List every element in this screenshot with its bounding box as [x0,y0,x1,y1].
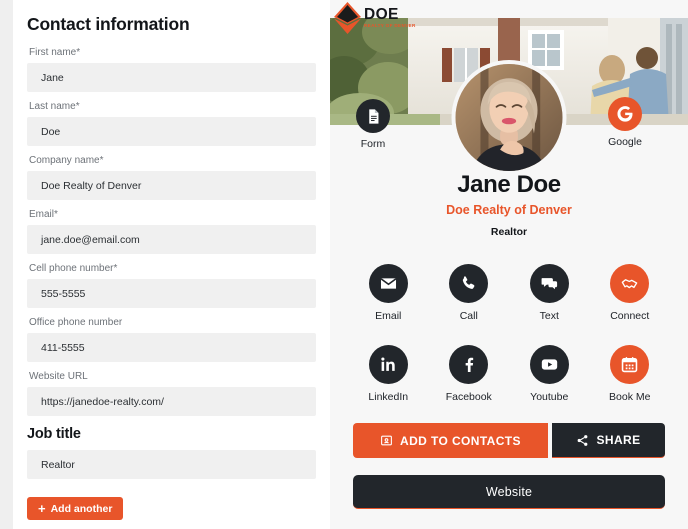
contact-form-panel: Contact information First name* Jane Last … [13,0,330,529]
identity-block: Jane Doe Doe Realty of Denver Realtor [330,171,688,239]
office-phone-label: Office phone number [29,317,123,328]
chat-icon [529,264,569,303]
action-label: Text [539,310,559,322]
left-rail [0,0,13,529]
add-to-contacts-label: ADD TO CONTACTS [400,433,521,448]
calendar-icon [610,345,650,384]
form-fields-list: First name* Jane Last name* Doe Company name… [27,47,316,416]
job-title-heading: Job title [27,426,81,442]
field-office-phone: Office phone number 411-5555 [27,317,316,362]
person-role: Realtor [490,226,528,239]
email-input[interactable]: jane.doe@email.com [27,225,316,254]
field-email: Email* jane.doe@email.com [27,209,316,254]
add-another-label: Add another [50,502,113,515]
field-first-name: First name* Jane [27,47,316,92]
contact-card-icon [380,434,393,447]
phone-icon [449,264,489,303]
handshake-icon [610,264,650,303]
cell-phone-label: Cell phone number* [29,263,118,274]
primary-button-row: ADD TO CONTACTS SHARE [353,423,665,458]
field-last-name: Last name* Doe [27,101,316,146]
person-company: Doe Realty of Denver [446,203,572,218]
diamond-logo-icon [334,2,361,34]
action-connect[interactable]: Connect [598,264,662,322]
page-title: Contact information [27,14,190,34]
action-grid-row-2: LinkedIn Facebook Youtube Book Me [330,345,688,403]
share-icon [576,434,589,447]
action-text[interactable]: Text [517,264,581,322]
share-button[interactable]: SHARE [552,423,665,458]
action-linkedin[interactable]: LinkedIn [356,345,420,403]
hero-badge-form[interactable]: Form [356,99,390,150]
facebook-icon [449,345,489,384]
field-cell-phone: Cell phone number* 555-5555 [27,263,316,308]
app-root: Contact information First name* Jane Last … [0,0,688,529]
hero-badge-google-label: Google [608,136,642,148]
envelope-icon [368,264,408,303]
company-name-label: Company name* [29,155,104,166]
action-label: Facebook [445,391,492,403]
website-button[interactable]: Website [353,475,665,509]
action-label: Call [459,310,478,322]
action-youtube[interactable]: Youtube [517,345,581,403]
first-name-input[interactable]: Jane [27,63,316,92]
last-name-input[interactable]: Doe [27,117,316,146]
action-facebook[interactable]: Facebook [437,345,501,403]
linkedin-icon [368,345,408,384]
person-name: Jane Doe [457,171,561,198]
action-label: Connect [610,310,650,322]
website-label: Website [485,484,533,499]
card-preview-panel: DOE REALTY OF DENVER Form Google Jane Do… [330,0,688,529]
hero-badge-google[interactable]: Google [608,97,642,148]
job-title-input[interactable]: Realtor [27,450,316,479]
add-another-button[interactable]: + Add another [27,497,124,520]
youtube-icon [529,345,569,384]
plus-icon: + [38,501,46,516]
share-label: SHARE [596,433,641,447]
field-company-name: Company name* Doe Realty of Denver [27,155,316,200]
google-icon [608,97,642,131]
company-name-input[interactable]: Doe Realty of Denver [27,171,316,200]
field-job-title: Realtor [27,450,316,479]
website-url-label: Website URL [29,371,88,382]
website-url-input[interactable]: https://janedoe-realty.com/ [27,387,316,416]
action-label: LinkedIn [368,391,409,403]
office-phone-input[interactable]: 411-5555 [27,333,316,362]
field-website-url: Website URL https://janedoe-realty.com/ [27,371,316,416]
action-book-me[interactable]: Book Me [598,345,662,403]
add-to-contacts-button[interactable]: ADD TO CONTACTS [353,423,548,458]
logo-name: DOE [364,6,399,24]
brand-logo: DOE REALTY OF DENVER [334,2,416,34]
avatar [451,60,567,175]
action-label: Youtube [530,391,569,403]
hero-badge-form-label: Form [360,138,386,150]
first-name-label: First name* [29,47,81,58]
cell-phone-input[interactable]: 555-5555 [27,279,316,308]
document-icon [356,99,390,133]
last-name-label: Last name* [29,101,80,112]
action-grid-row-1: Email Call Text Connect [330,264,688,322]
action-call[interactable]: Call [437,264,501,322]
action-label: Email [375,310,402,322]
action-email[interactable]: Email [356,264,420,322]
email-label: Email* [29,209,58,220]
logo-subtitle: REALTY OF DENVER [364,23,416,29]
action-label: Book Me [609,391,651,403]
